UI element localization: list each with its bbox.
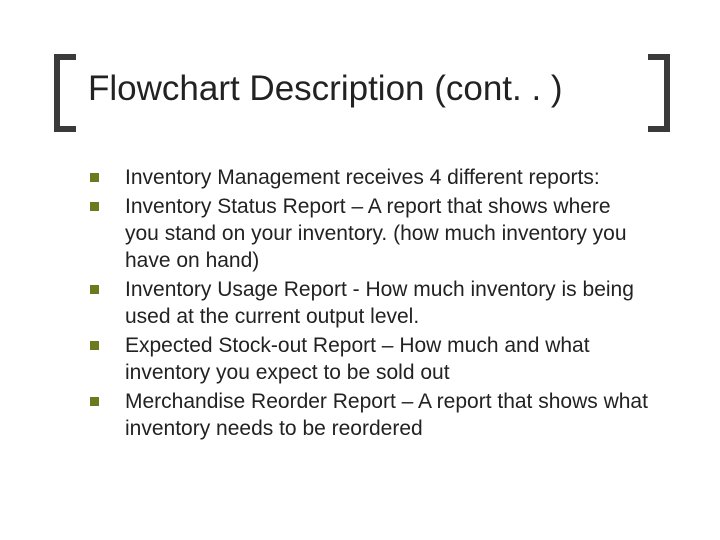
title-bracket-right bbox=[648, 54, 670, 132]
list-item-text: Expected Stock-out Report – How much and… bbox=[125, 332, 650, 386]
list-item-text: Merchandise Reorder Report – A report th… bbox=[125, 388, 650, 442]
list-item: Inventory Usage Report - How much invent… bbox=[90, 276, 650, 330]
slide: Flowchart Description (cont. . ) Invento… bbox=[0, 0, 720, 540]
slide-title: Flowchart Description (cont. . ) bbox=[88, 70, 630, 109]
square-bullet-icon bbox=[90, 285, 99, 294]
title-bracket-left bbox=[54, 54, 76, 132]
list-item-text: Inventory Management receives 4 differen… bbox=[125, 164, 650, 191]
list-item: Expected Stock-out Report – How much and… bbox=[90, 332, 650, 386]
bullet-list: Inventory Management receives 4 differen… bbox=[90, 164, 650, 444]
square-bullet-icon bbox=[90, 397, 99, 406]
square-bullet-icon bbox=[90, 173, 99, 182]
square-bullet-icon bbox=[90, 341, 99, 350]
list-item: Inventory Status Report – A report that … bbox=[90, 193, 650, 274]
list-item: Inventory Management receives 4 differen… bbox=[90, 164, 650, 191]
list-item-text: Inventory Status Report – A report that … bbox=[125, 193, 650, 274]
list-item: Merchandise Reorder Report – A report th… bbox=[90, 388, 650, 442]
list-item-text: Inventory Usage Report - How much invent… bbox=[125, 276, 650, 330]
square-bullet-icon bbox=[90, 202, 99, 211]
